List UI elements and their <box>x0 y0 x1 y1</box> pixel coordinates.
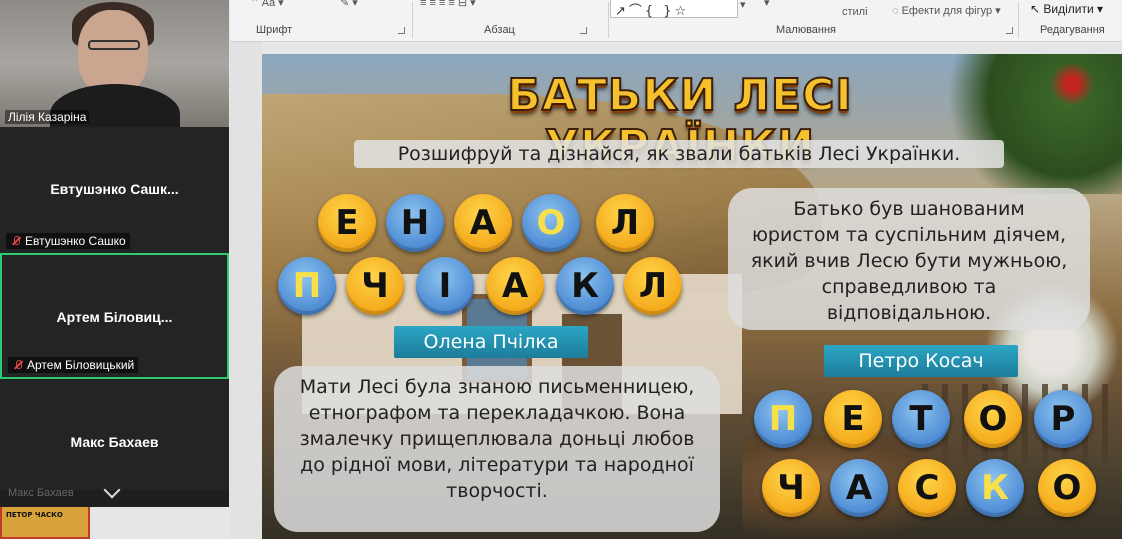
letter: О <box>536 203 566 243</box>
participant-video-liliia[interactable]: Лілія Казаріна <box>0 0 229 127</box>
participant-name: Евтушэнко Сашко <box>25 234 126 248</box>
participant-name-tag: Макс Бахаев <box>8 487 74 499</box>
participant-name: Артем Біловицький <box>27 358 135 372</box>
father-info-card[interactable]: Батько був шанованим юристом та суспільн… <box>728 188 1090 330</box>
shapes-more-icon[interactable]: ▾ <box>740 0 746 11</box>
group-paragraph-label: Абзац <box>484 24 515 36</box>
letter: Т <box>909 399 933 439</box>
letter-bubble[interactable]: А <box>486 257 544 315</box>
letter-bubble[interactable]: К <box>966 459 1024 517</box>
answer-mother[interactable]: Олена Пчілка <box>394 326 588 358</box>
ribbon-separator <box>1018 2 1019 38</box>
letter-bubble[interactable]: П <box>754 390 812 448</box>
slide-canvas: БАТЬКИ ЛЕСІ УКРАЇНКИ Розшифруй та дізнай… <box>262 54 1122 539</box>
shapes-gallery-glyphs: ↗⌒{ }☆ <box>615 4 690 19</box>
letter-bubble[interactable]: А <box>454 194 512 252</box>
letter-bubble[interactable]: Л <box>596 194 654 252</box>
ribbon-separator <box>608 2 609 38</box>
ribbon: ⌃ Aa ▾ ✎ ▾ Шрифт ≡ ≡ ≡ ≡ ⊟ ▾ Абзац ↗⌒{ }… <box>230 0 1122 42</box>
font-tools-icon[interactable]: ⌃ Aa ▾ <box>250 0 284 9</box>
quick-styles-label[interactable]: стилі <box>842 6 868 18</box>
shapes-gallery[interactable]: ↗⌒{ }☆ <box>610 0 738 19</box>
ribbon-separator <box>412 2 413 38</box>
letter: Н <box>400 203 430 243</box>
shape-effects-button[interactable]: ◌ Ефекти для фігур ▾ <box>892 4 1001 17</box>
letter: І <box>438 266 452 306</box>
participant-display-name: Артем Біловиц... <box>56 309 173 325</box>
letter: Л <box>638 266 668 306</box>
participant-tile-bakhaev[interactable]: Макс Бахаев <box>0 380 229 490</box>
letter-bubble[interactable]: Н <box>386 194 444 252</box>
font-launcher-icon[interactable] <box>398 27 405 34</box>
letter: А <box>501 266 529 306</box>
letter: С <box>914 468 940 508</box>
participant-tile-bilovytskyi[interactable]: Артем Біловиц... Артем Біловицький <box>0 253 229 379</box>
letter: Е <box>335 203 359 243</box>
letter-bubble[interactable]: О <box>1038 459 1096 517</box>
group-editing-label: Редагування <box>1040 24 1105 36</box>
slide-thumbnail-text: ПЕТОР ЧАСКО <box>6 511 63 519</box>
select-label: Виділити <box>1043 2 1094 16</box>
participant-display-name: Евтушэнко Сашк... <box>50 181 179 197</box>
answer-father[interactable]: Петро Косач <box>824 345 1018 377</box>
letter-bubble[interactable]: Л <box>624 257 682 315</box>
letter-bubble[interactable]: С <box>898 459 956 517</box>
shape-effects-label: Ефекти для фігур <box>901 5 993 17</box>
highlight-icon[interactable]: ✎ ▾ <box>340 0 358 9</box>
participant-name-tag: Артем Біловицький <box>8 357 139 373</box>
letter: Ч <box>777 468 805 508</box>
participant-tile-yevtushenko[interactable]: Евтушэнко Сашк... Евтушэнко Сашко <box>0 127 229 253</box>
letter: К <box>981 468 1009 508</box>
participant-face <box>78 10 148 94</box>
letter-bubble[interactable]: О <box>964 390 1022 448</box>
participant-name-tag: Лілія Казаріна <box>5 110 90 124</box>
screen: ⌃ Aa ▾ ✎ ▾ Шрифт ≡ ≡ ≡ ≡ ⊟ ▾ Абзац ↗⌒{ }… <box>0 0 1122 539</box>
group-drawing-label: Малювання <box>776 24 837 36</box>
slide-thumbnail[interactable]: ПЕТОР ЧАСКО <box>0 505 90 539</box>
letter: П <box>768 399 798 439</box>
slide-subtitle[interactable]: Розшифруй та дізнайся, як звали батьків … <box>354 140 1004 168</box>
letter-bubble[interactable]: І <box>416 257 474 315</box>
arrange-icon[interactable]: ▾ <box>764 0 770 9</box>
mother-info-card[interactable]: Мати Лесі була знаною письменницею, етно… <box>274 366 720 532</box>
letter-bubble[interactable]: А <box>830 459 888 517</box>
letter: А <box>845 468 873 508</box>
letter-bubble[interactable]: П <box>278 257 336 315</box>
letter: О <box>1052 468 1082 508</box>
participant-glasses <box>88 40 140 50</box>
letter-bubble[interactable]: Ч <box>346 257 404 315</box>
letter-bubble[interactable]: Т <box>892 390 950 448</box>
participant-name-tag: Евтушэнко Сашко <box>6 233 130 249</box>
letter: А <box>469 203 497 243</box>
berries-image <box>1042 64 1102 104</box>
letter-bubble[interactable]: К <box>556 257 614 315</box>
letter: Р <box>1050 399 1076 439</box>
paragraph-launcher-icon[interactable] <box>580 27 587 34</box>
select-button[interactable]: ↖ Виділити ▾ <box>1030 2 1103 16</box>
paragraph-tools-icon[interactable]: ≡ ≡ ≡ ≡ ⊟ ▾ <box>420 0 476 9</box>
letter: О <box>978 399 1008 439</box>
letter-bubble[interactable]: Е <box>824 390 882 448</box>
mic-muted-icon <box>10 235 22 247</box>
group-font-label: Шрифт <box>256 24 293 36</box>
slide-thumbnail-pane <box>230 42 262 539</box>
letter: П <box>292 266 322 306</box>
letter-bubble[interactable]: Ч <box>762 459 820 517</box>
letter-bubble[interactable]: О <box>522 194 580 252</box>
letter-bubble[interactable]: Е <box>318 194 376 252</box>
letter: К <box>571 266 599 306</box>
drawing-launcher-icon[interactable] <box>1006 27 1013 34</box>
participant-display-name: Макс Бахаев <box>70 434 159 450</box>
video-participants-panel: Лілія Казаріна Евтушэнко Сашк... Евтушэн… <box>0 0 229 507</box>
letter: Е <box>841 399 865 439</box>
mic-muted-icon <box>12 359 24 371</box>
letter: Л <box>610 203 640 243</box>
letter: Ч <box>361 266 389 306</box>
letter-bubble[interactable]: Р <box>1034 390 1092 448</box>
